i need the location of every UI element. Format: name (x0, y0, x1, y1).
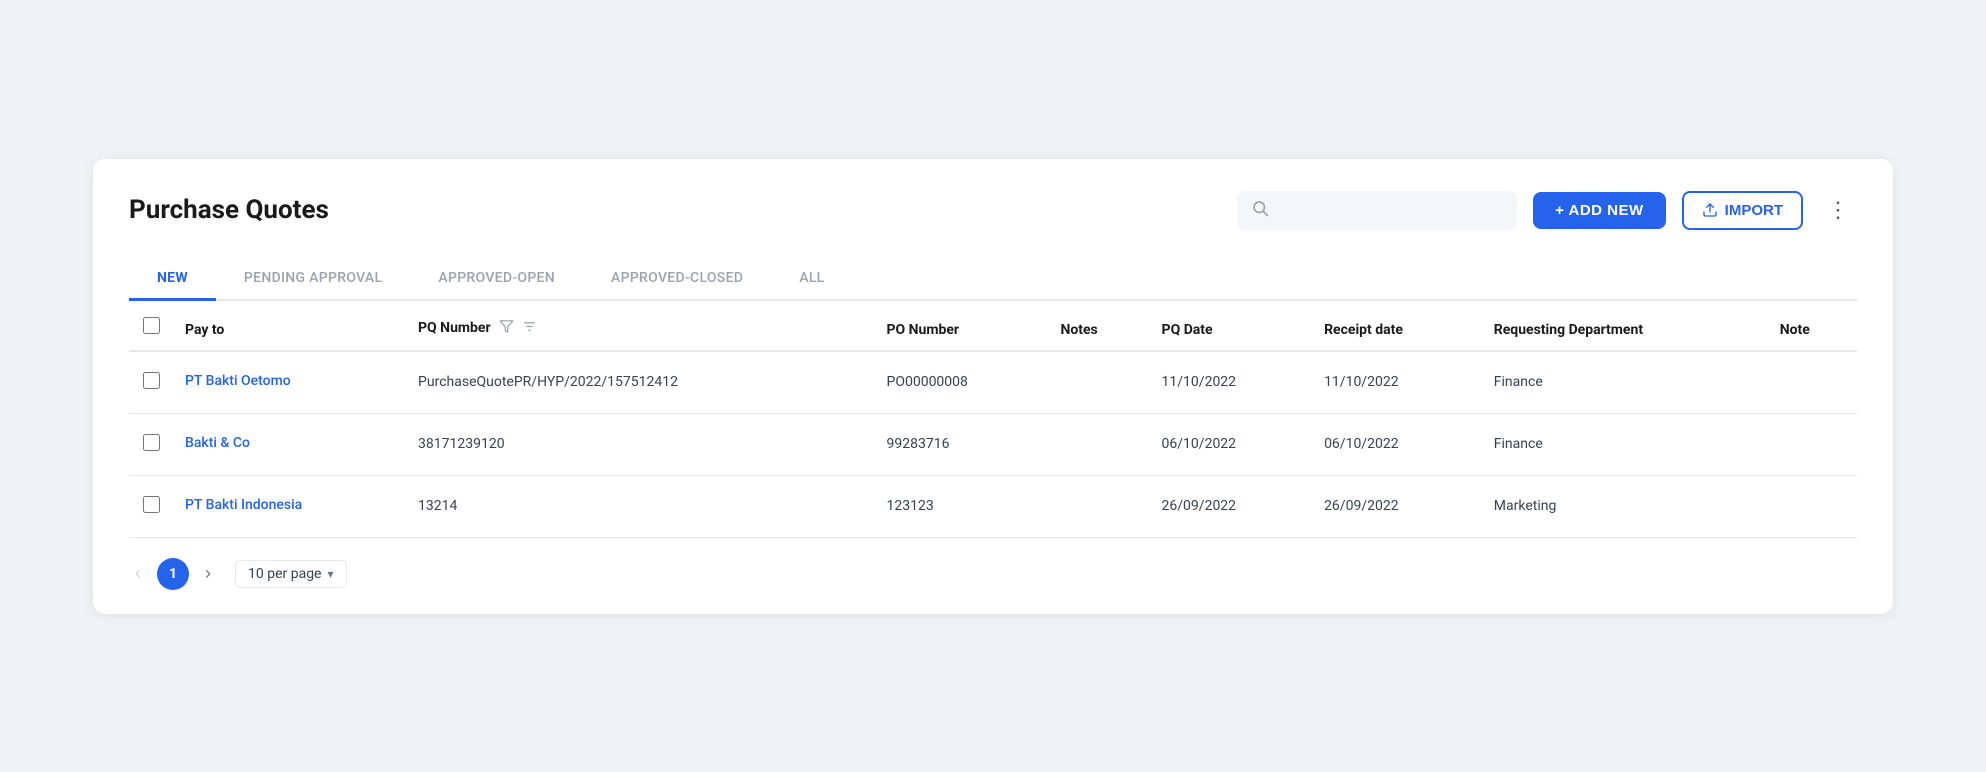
row3-po-number: 123123 (875, 475, 1049, 537)
select-all-checkbox[interactable] (143, 317, 160, 334)
import-icon (1702, 202, 1718, 218)
tab-bar: NEW PENDING APPROVAL APPROVED-OPEN APPRO… (129, 258, 1857, 301)
row2-requesting-dept: Finance (1482, 413, 1768, 475)
row2-checkbox[interactable] (143, 434, 160, 451)
table-row: PT Bakti Oetomo PurchaseQuotePR/HYP/2022… (129, 351, 1857, 414)
row2-pq-number: 38171239120 (406, 413, 874, 475)
purchase-quotes-table: Pay to PQ Number (129, 301, 1857, 538)
row3-checkbox-cell[interactable] (129, 475, 173, 537)
tab-all[interactable]: ALL (771, 258, 852, 301)
row3-pq-date: 26/09/2022 (1150, 475, 1313, 537)
current-page-number[interactable]: 1 (157, 558, 189, 590)
row2-note (1768, 413, 1857, 475)
row2-receipt-date: 06/10/2022 (1312, 413, 1482, 475)
row3-pq-number: 13214 (406, 475, 874, 537)
row3-requesting-dept: Marketing (1482, 475, 1768, 537)
table-header-row: Pay to PQ Number (129, 301, 1857, 351)
main-card: Purchase Quotes + ADD NEW IMPORT ⋮ NEW P… (93, 159, 1893, 614)
page-header: Purchase Quotes + ADD NEW IMPORT ⋮ (129, 191, 1857, 230)
row1-note (1768, 351, 1857, 414)
add-new-button[interactable]: + ADD NEW (1533, 192, 1666, 229)
row1-checkbox[interactable] (143, 372, 160, 389)
row2-checkbox-cell[interactable] (129, 413, 173, 475)
col-receipt-date: Receipt date (1312, 301, 1482, 351)
col-requesting-dept: Requesting Department (1482, 301, 1768, 351)
import-label: IMPORT (1725, 202, 1783, 219)
col-po-number: PO Number (875, 301, 1049, 351)
row2-pay-to[interactable]: Bakti & Co (173, 413, 406, 475)
table-row: Bakti & Co 38171239120 99283716 06/10/20… (129, 413, 1857, 475)
per-page-label: 10 per page (248, 566, 321, 582)
row1-notes (1048, 351, 1149, 414)
col-notes: Notes (1048, 301, 1149, 351)
col-pq-number: PQ Number (406, 301, 874, 351)
tab-approved-closed[interactable]: APPROVED-CLOSED (583, 258, 771, 301)
pq-adjust-icon[interactable] (522, 319, 537, 338)
row3-note (1768, 475, 1857, 537)
chevron-down-icon: ▾ (327, 567, 333, 581)
more-options-button[interactable]: ⋮ (1819, 195, 1857, 225)
table-row: PT Bakti Indonesia 13214 123123 26/09/20… (129, 475, 1857, 537)
row3-receipt-date: 26/09/2022 (1312, 475, 1482, 537)
select-all-header[interactable] (129, 301, 173, 351)
row3-pay-to[interactable]: PT Bakti Indonesia (173, 475, 406, 537)
col-pq-date: PQ Date (1150, 301, 1313, 351)
col-pay-to: Pay to (173, 301, 406, 351)
page-title: Purchase Quotes (129, 195, 1221, 225)
row3-notes (1048, 475, 1149, 537)
row1-receipt-date: 11/10/2022 (1312, 351, 1482, 414)
row2-pq-date: 06/10/2022 (1150, 413, 1313, 475)
row2-notes (1048, 413, 1149, 475)
per-page-selector[interactable]: 10 per page ▾ (235, 560, 347, 588)
search-icon (1251, 199, 1269, 222)
prev-page-button[interactable]: ‹ (129, 559, 147, 588)
import-button[interactable]: IMPORT (1682, 191, 1803, 230)
next-page-button[interactable]: › (199, 559, 217, 588)
pagination-bar: ‹ 1 › 10 per page ▾ (129, 558, 1857, 590)
row3-checkbox[interactable] (143, 496, 160, 513)
tab-approved-open[interactable]: APPROVED-OPEN (410, 258, 583, 301)
tab-new[interactable]: NEW (129, 258, 216, 301)
row1-pay-to[interactable]: PT Bakti Oetomo (173, 351, 406, 414)
row1-pq-date: 11/10/2022 (1150, 351, 1313, 414)
row1-po-number: PO00000008 (875, 351, 1049, 414)
pq-filter-icon[interactable] (499, 319, 514, 338)
row1-checkbox-cell[interactable] (129, 351, 173, 414)
row2-po-number: 99283716 (875, 413, 1049, 475)
col-note: Note (1768, 301, 1857, 351)
tab-pending-approval[interactable]: PENDING APPROVAL (216, 258, 410, 301)
search-box[interactable] (1237, 191, 1517, 230)
row1-pq-number: PurchaseQuotePR/HYP/2022/157512412 (406, 351, 874, 414)
row1-requesting-dept: Finance (1482, 351, 1768, 414)
